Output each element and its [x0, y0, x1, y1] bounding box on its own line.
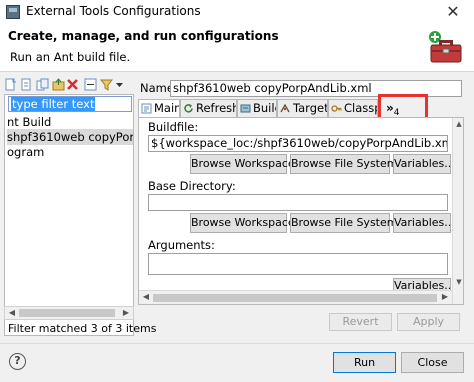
new-config-icon[interactable]: [4, 78, 17, 91]
scroll-left-icon[interactable]: ◀: [140, 292, 152, 301]
basedir-variables-button[interactable]: Variables...: [393, 213, 455, 233]
tab-targets[interactable]: Targets: [277, 99, 328, 117]
buildfile-browse-filesystem-button[interactable]: Browse File System...: [290, 154, 408, 174]
scroll-up-icon[interactable]: ▲: [453, 120, 463, 128]
tree-item[interactable]: nt Build: [7, 114, 51, 130]
buildfile-label: Buildfile:: [148, 120, 199, 134]
window-title: External Tools Configurations: [26, 4, 201, 18]
refresh-tab-icon: [184, 104, 193, 113]
header-banner: Create, manage, and run configurations R…: [0, 24, 474, 72]
buildfile-browse-workspace-button[interactable]: Browse Workspace...: [190, 154, 305, 174]
scroll-left-icon[interactable]: ◀: [6, 307, 18, 319]
window-close-button[interactable]: ✕: [438, 2, 468, 22]
revert-button[interactable]: Revert: [329, 313, 392, 331]
tree-item[interactable]: ogram: [7, 144, 44, 160]
arguments-label: Arguments:: [148, 238, 215, 252]
classpath-tab-icon: [331, 105, 342, 112]
dialog-subtext: Run an Ant build file.: [10, 50, 131, 64]
app-icon: [6, 5, 20, 19]
scrollbar-thumb[interactable]: [153, 294, 437, 302]
scroll-right-icon[interactable]: ▶: [439, 292, 451, 301]
base-directory-input[interactable]: [148, 194, 448, 211]
tree-horizontal-scrollbar[interactable]: ◀ ▶: [4, 306, 134, 320]
tree-item-selected[interactable]: shpf3610web copyPorpAnd: [7, 129, 133, 145]
panel-horizontal-scrollbar[interactable]: ◀ ▶: [139, 290, 452, 304]
build-tab-icon: [240, 104, 251, 113]
base-directory-label: Base Directory:: [148, 179, 236, 193]
filter-input[interactable]: type filter text: [8, 96, 132, 112]
help-icon[interactable]: ?: [9, 353, 26, 370]
tab-refresh[interactable]: Refresh: [180, 99, 237, 117]
main-tab-panel: Buildfile: ${workspace_loc:/shpf3610web/…: [138, 117, 464, 305]
apply-button[interactable]: Apply: [397, 313, 460, 331]
main-tab-icon: [141, 103, 152, 114]
title-bar: External Tools Configurations ✕: [0, 0, 474, 24]
arguments-textarea[interactable]: [148, 253, 448, 275]
basedir-browse-filesystem-button[interactable]: Browse File System...: [290, 213, 408, 233]
footer-separator: [0, 343, 474, 344]
scrollbar-thumb[interactable]: [19, 309, 115, 317]
toolbox-icon: [429, 31, 462, 63]
basedir-browse-workspace-button[interactable]: Browse Workspace...: [190, 213, 305, 233]
tree-item-label: shpf3610web copyPorpAnd: [7, 130, 134, 144]
tab-classpath[interactable]: Classpath: [328, 99, 378, 117]
tab-main[interactable]: Main: [138, 99, 180, 118]
scroll-right-icon[interactable]: ▶: [120, 307, 132, 319]
buildfile-input[interactable]: ${workspace_loc:/shpf3610web/copyPorpAnd…: [148, 135, 448, 152]
panel-vertical-scrollbar[interactable]: ▲ ▼: [452, 118, 463, 304]
tab-build[interactable]: Build: [237, 99, 277, 117]
targets-tab-icon: [280, 103, 290, 113]
filter-status: Filter matched 3 of 3 items: [8, 322, 157, 335]
collapse-all-icon[interactable]: [84, 78, 97, 91]
duplicate-icon[interactable]: [36, 78, 49, 91]
buildfile-variables-button[interactable]: Variables...: [393, 154, 455, 174]
close-button[interactable]: Close: [401, 352, 464, 373]
filter-text: type filter text: [11, 97, 96, 111]
delete-icon[interactable]: [66, 78, 79, 91]
scroll-down-icon[interactable]: ▼: [453, 278, 463, 286]
tree-item-label: ogram: [7, 145, 45, 159]
run-button[interactable]: Run: [333, 352, 396, 373]
export-icon[interactable]: [52, 78, 65, 91]
filter-icon[interactable]: [100, 78, 113, 91]
view-menu-icon[interactable]: [113, 78, 126, 91]
dialog-heading: Create, manage, and run configurations: [8, 29, 279, 43]
tree-item-label: nt Build: [7, 115, 52, 129]
config-tree-panel: type filter text nt Build shpf3610web co…: [4, 94, 134, 336]
new-config-alt-icon[interactable]: [20, 78, 33, 91]
